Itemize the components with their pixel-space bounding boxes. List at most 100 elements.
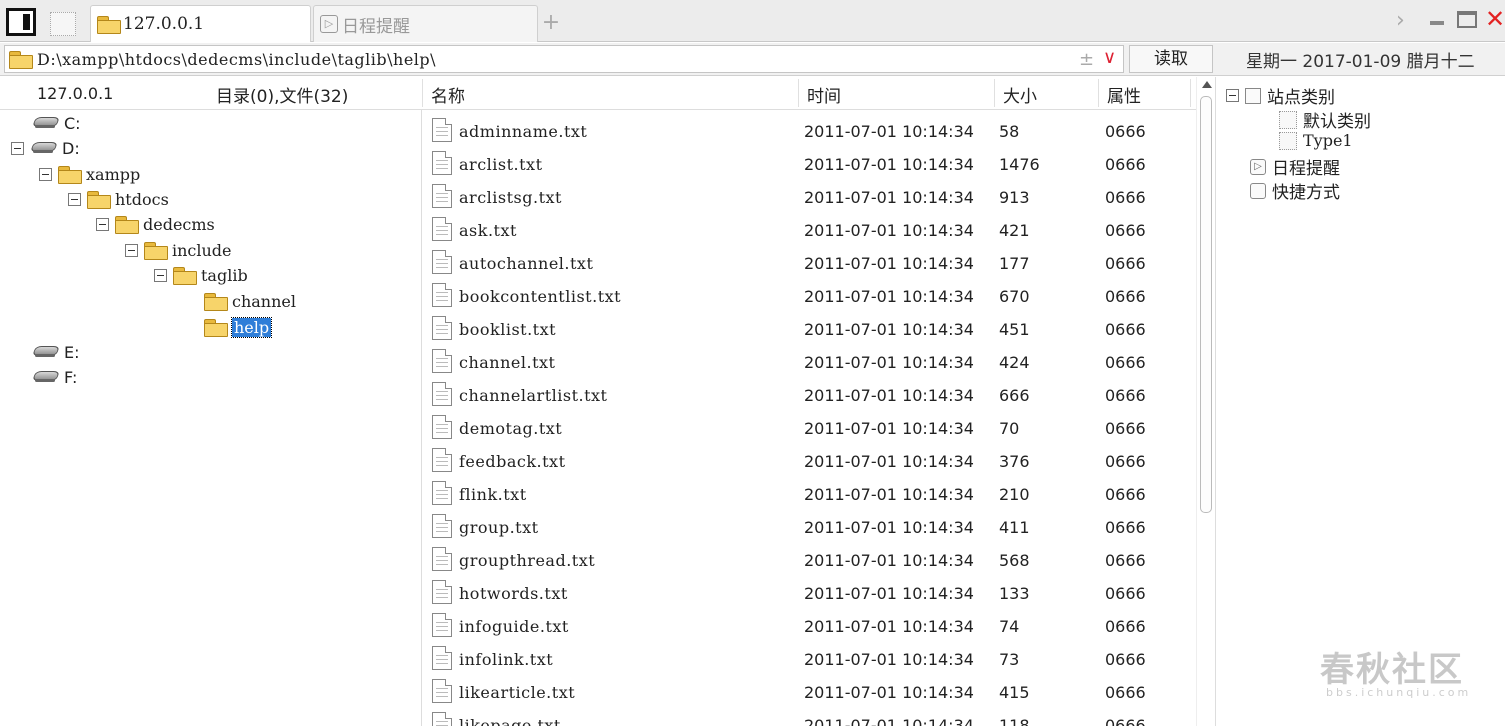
node-label: 默认类别	[1303, 112, 1371, 132]
tree-item-drive-c[interactable]: C:	[32, 111, 81, 135]
read-button[interactable]: 读取	[1129, 45, 1213, 73]
file-row[interactable]: groupthread.txt 2011-07-01 10:14:34 568 066…	[423, 542, 1196, 575]
tree-label: C:	[64, 113, 81, 133]
watermark-logo: 春秋社区	[1320, 650, 1464, 690]
file-row[interactable]: channel.txt 2011-07-01 10:14:34 424 0666	[423, 344, 1196, 377]
tab-local-host[interactable]: 127.0.0.1	[90, 5, 311, 42]
right-panel: 站点类别 默认类别 Type1 ▷ 日程提醒 快捷方式	[1215, 77, 1505, 726]
file-time: 2011-07-01 10:14:34	[804, 419, 974, 438]
collapse-icon[interactable]	[11, 141, 24, 155]
file-attr: 0666	[1105, 254, 1146, 273]
file-size: 73	[999, 650, 1020, 669]
file-row[interactable]: adminname.txt 2011-07-01 10:14:34 58 0666	[423, 113, 1196, 146]
file-row[interactable]: demotag.txt 2011-07-01 10:14:34 70 0666	[423, 410, 1196, 443]
text-file-icon	[432, 118, 452, 142]
file-row[interactable]: ask.txt 2011-07-01 10:14:34 421 0666	[423, 212, 1196, 245]
collapse-icon[interactable]	[68, 192, 81, 206]
tab-bar: 127.0.0.1 ▷ 日程提醒 + › ✕	[0, 0, 1505, 42]
tree-item-drive-f[interactable]: F:	[32, 365, 77, 389]
file-attr: 0666	[1105, 353, 1146, 372]
column-attr[interactable]: 属性	[1107, 82, 1141, 107]
file-row[interactable]: channelartlist.txt 2011-07-01 10:14:34 666…	[423, 377, 1196, 410]
collapse-icon[interactable]	[1226, 89, 1239, 102]
file-name: channel.txt	[459, 353, 556, 372]
file-name: autochannel.txt	[459, 254, 594, 273]
file-row[interactable]: arclistsg.txt 2011-07-01 10:14:34 913 0666	[423, 179, 1196, 212]
text-file-icon	[432, 646, 452, 670]
address-path[interactable]: D:\xampp\htdocs\dedecms\include\taglib\h…	[37, 50, 436, 69]
minimize-icon[interactable]	[1430, 21, 1444, 25]
file-row[interactable]: arclist.txt 2011-07-01 10:14:34 1476 0666	[423, 146, 1196, 179]
file-row[interactable]: infoguide.txt 2011-07-01 10:14:34 74 0666	[423, 608, 1196, 641]
file-time: 2011-07-01 10:14:34	[804, 287, 974, 306]
file-row[interactable]: feedback.txt 2011-07-01 10:14:34 376 0666	[423, 443, 1196, 476]
file-row[interactable]: flink.txt 2011-07-01 10:14:34 210 0666	[423, 476, 1196, 509]
collapse-icon[interactable]	[125, 243, 138, 257]
add-tab-button[interactable]: +	[540, 10, 562, 35]
tree-item-xampp[interactable]: xampp	[39, 162, 140, 186]
close-icon[interactable]: ✕	[1485, 5, 1505, 33]
file-size: 58	[999, 122, 1020, 141]
plus-minus-icon[interactable]: ±	[1079, 49, 1094, 70]
file-size: 74	[999, 617, 1020, 636]
file-size: 70	[999, 419, 1020, 438]
file-size: 670	[999, 287, 1030, 306]
file-time: 2011-07-01 10:14:34	[804, 617, 974, 636]
tree-item-include[interactable]: include	[125, 238, 232, 262]
file-row[interactable]: hotwords.txt 2011-07-01 10:14:34 133 0666	[423, 575, 1196, 608]
column-name[interactable]: 名称	[431, 82, 465, 107]
file-size: 913	[999, 188, 1030, 207]
file-size: 666	[999, 386, 1030, 405]
file-row[interactable]: bookcontentlist.txt 2011-07-01 10:14:34 67…	[423, 278, 1196, 311]
tree-item-drive-e[interactable]: E:	[32, 340, 80, 364]
tree-item-taglib[interactable]: taglib	[154, 263, 248, 287]
file-row[interactable]: likepage.txt 2011-07-01 10:14:34 118 0666	[423, 707, 1196, 726]
tree-label-selected: help	[230, 316, 273, 338]
file-time: 2011-07-01 10:14:34	[804, 353, 974, 372]
blank-tab-icon[interactable]	[50, 12, 76, 36]
file-row[interactable]: booklist.txt 2011-07-01 10:14:34 451 0666	[423, 311, 1196, 344]
vertical-scrollbar[interactable]	[1196, 77, 1215, 726]
type1-node[interactable]: Type1	[1279, 131, 1353, 150]
file-name: flink.txt	[459, 485, 527, 504]
reminder-node[interactable]: ▷ 日程提醒	[1250, 154, 1340, 179]
file-row[interactable]: group.txt 2011-07-01 10:14:34 411 0666	[423, 509, 1196, 542]
column-size[interactable]: 大小	[1003, 82, 1037, 107]
tree-item-help[interactable]: help	[204, 315, 273, 339]
scroll-thumb[interactable]	[1200, 96, 1212, 513]
site-category-node[interactable]: 站点类别	[1226, 83, 1335, 108]
shortcut-node[interactable]: 快捷方式	[1250, 178, 1340, 203]
file-attr: 0666	[1105, 320, 1146, 339]
file-row[interactable]: likearticle.txt 2011-07-01 10:14:34 415 066…	[423, 674, 1196, 707]
file-size: 210	[999, 485, 1030, 504]
column-time[interactable]: 时间	[807, 82, 841, 107]
tree-item-dedecms[interactable]: dedecms	[96, 212, 215, 236]
file-size: 424	[999, 353, 1030, 372]
reminder-icon: ▷	[320, 15, 338, 33]
default-category-node[interactable]: 默认类别	[1279, 107, 1371, 132]
chevron-right-icon[interactable]: ›	[1396, 8, 1405, 33]
file-row[interactable]: infolink.txt 2011-07-01 10:14:34 73 0666	[423, 641, 1196, 674]
tree-item-channel[interactable]: channel	[204, 289, 296, 313]
chevron-down-icon[interactable]: ∨	[1103, 47, 1116, 68]
collapse-icon[interactable]	[154, 268, 167, 282]
tree-item-drive-d[interactable]: D:	[11, 136, 80, 160]
file-time: 2011-07-01 10:14:34	[804, 155, 974, 174]
panel-toggle-icon[interactable]	[6, 8, 36, 36]
collapse-icon[interactable]	[96, 217, 109, 231]
text-file-icon	[432, 184, 452, 208]
file-name: feedback.txt	[459, 452, 566, 471]
tab-label: 日程提醒	[342, 16, 410, 37]
watermark-url: bbs.ichunqiu.com	[1326, 686, 1472, 699]
address-input[interactable]: D:\xampp\htdocs\dedecms\include\taglib\h…	[4, 45, 1124, 73]
file-row[interactable]: autochannel.txt 2011-07-01 10:14:34 177 066…	[423, 245, 1196, 278]
scroll-up-icon[interactable]	[1202, 81, 1212, 88]
tab-reminder[interactable]: ▷ 日程提醒	[313, 5, 538, 42]
text-file-icon	[432, 580, 452, 604]
tree-item-htdocs[interactable]: htdocs	[68, 187, 169, 211]
file-name: booklist.txt	[459, 320, 557, 339]
file-time: 2011-07-01 10:14:34	[804, 122, 974, 141]
maximize-icon[interactable]	[1457, 11, 1477, 28]
file-time: 2011-07-01 10:14:34	[804, 221, 974, 240]
collapse-icon[interactable]	[39, 167, 52, 181]
